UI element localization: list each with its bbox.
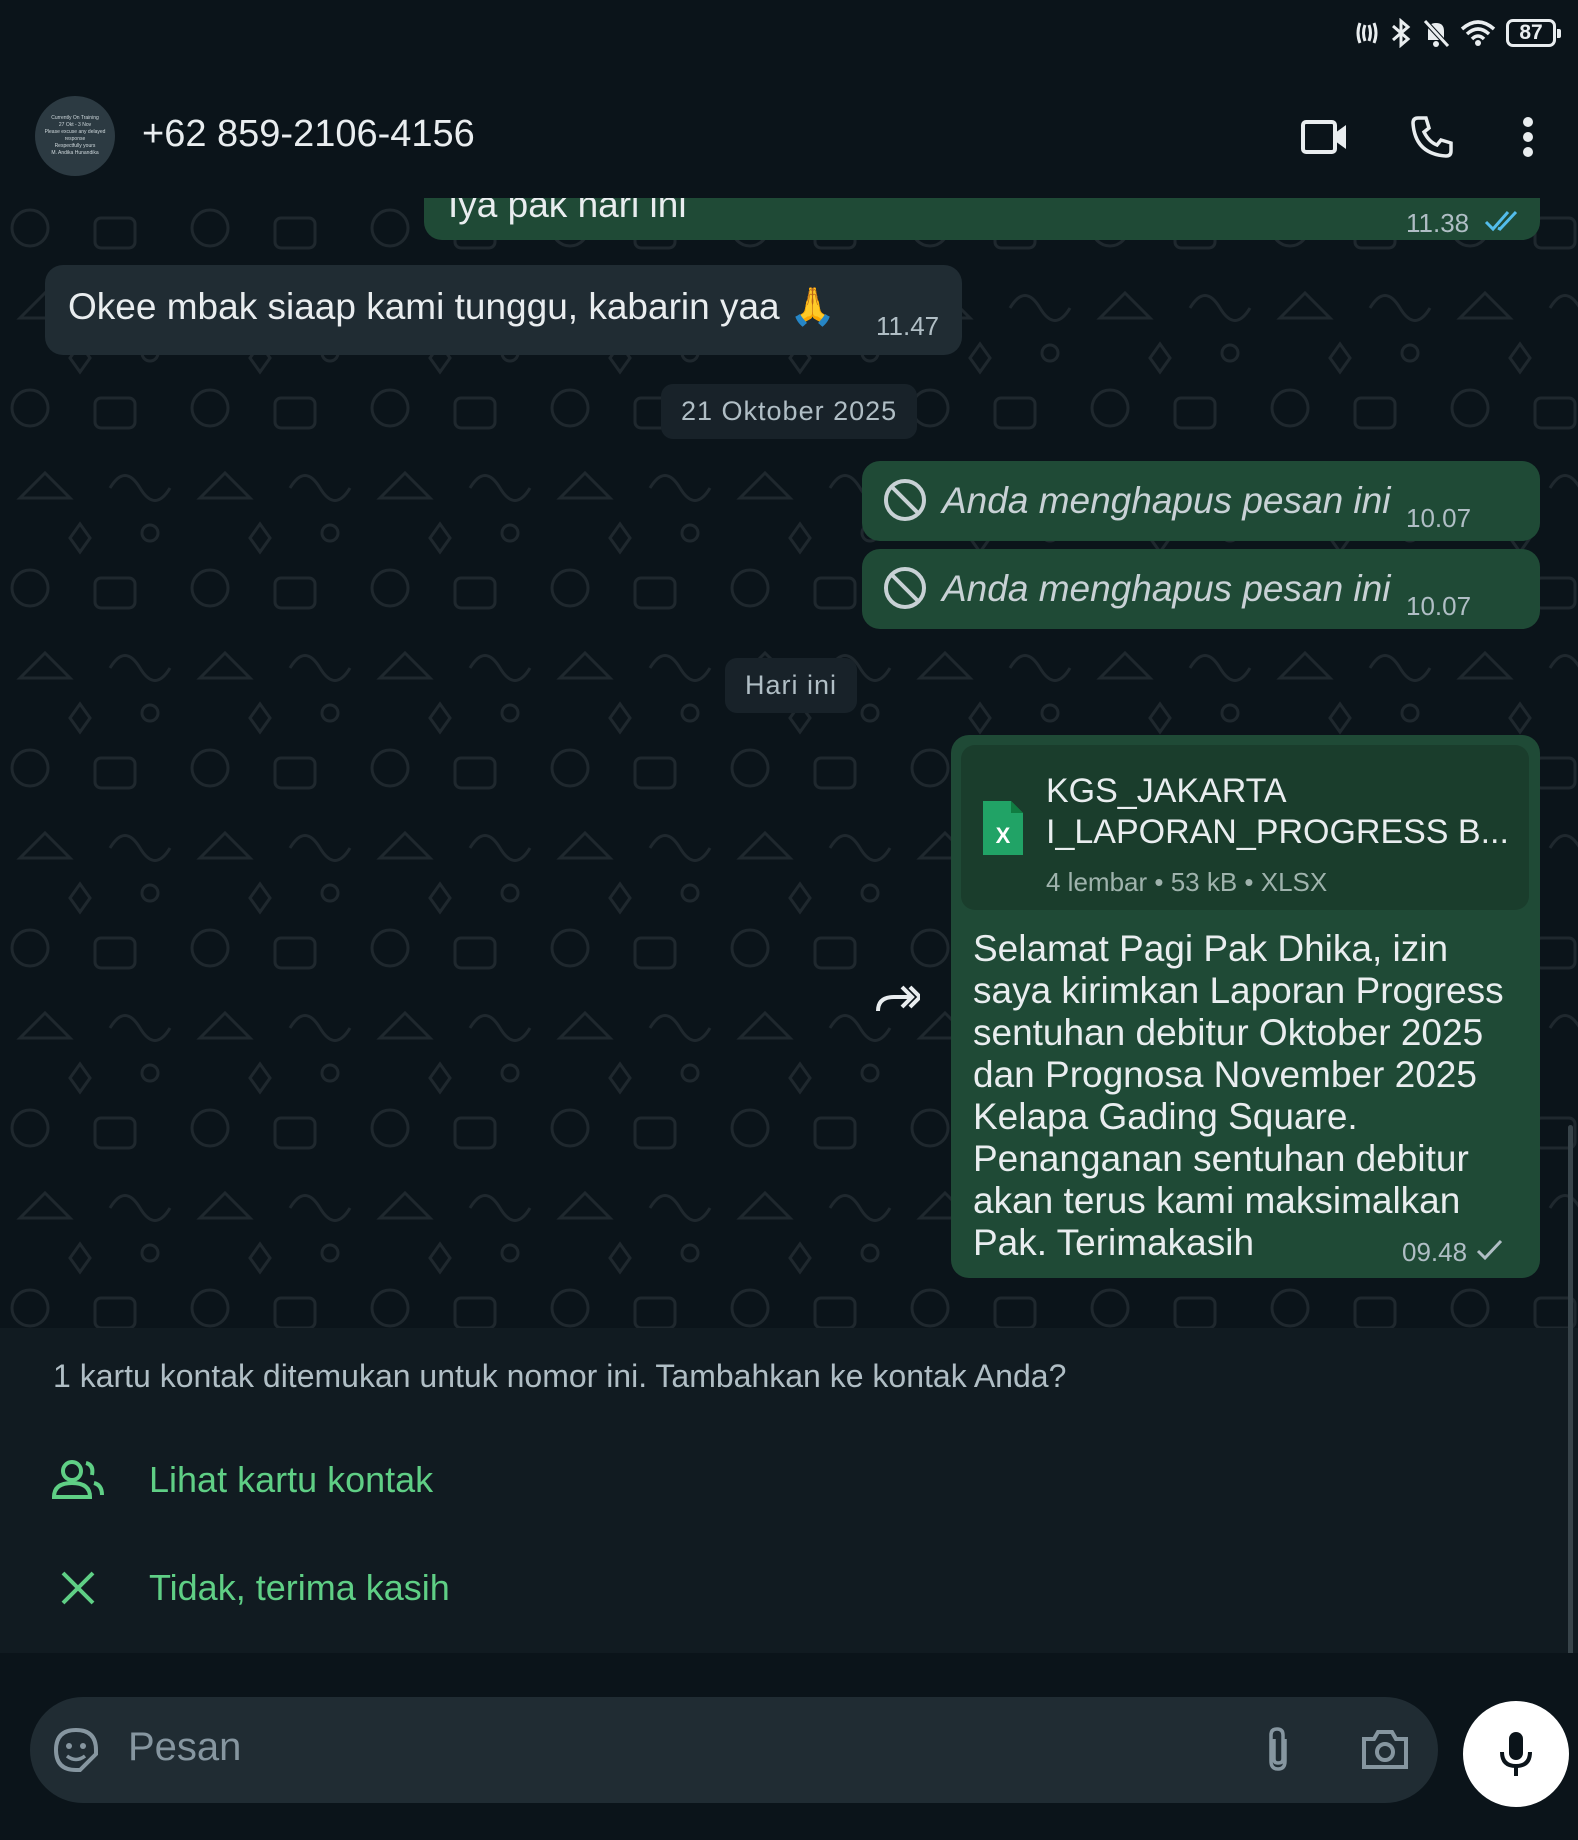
file-name-line: I_LAPORAN_PROGRESS B... [1046, 813, 1509, 851]
sticker-icon [53, 1727, 98, 1772]
outgoing-message[interactable]: Iya pak hari ini 11.38 [424, 198, 1540, 240]
message-text: Anda menghapus pesan ini [942, 568, 1391, 609]
message-time: 10.07 [1406, 591, 1472, 621]
avatar-line: 27 Okt - 3 Nov [58, 122, 92, 128]
battery-indicator: 87 [1506, 19, 1561, 47]
file-meta: 4 lembar • 53 kB • XLSX [1046, 867, 1328, 897]
kebab-menu-icon [1523, 117, 1533, 157]
double-check-read-icon [1484, 210, 1518, 232]
avatar[interactable]: Currently On Training 27 Okt - 3 Nov Ple… [35, 96, 115, 176]
video-call-button[interactable] [1297, 109, 1353, 165]
excel-file-icon: X [983, 801, 1023, 855]
dismiss-button[interactable]: Tidak, terima kasih [50, 1558, 450, 1618]
battery-level: 87 [1519, 21, 1543, 44]
message-text: Iya pak hari ini [448, 198, 687, 225]
message-text: Okee mbak siaap kami tunggu, kabarin yaa… [68, 286, 836, 327]
status-bar: 87 [0, 0, 1578, 75]
avatar-line: Currently On Training [51, 115, 99, 121]
camera-icon [1362, 1730, 1408, 1769]
avatar-line: response [64, 136, 86, 142]
voice-record-button[interactable] [1463, 1701, 1569, 1807]
deleted-message-icon [884, 479, 926, 521]
forward-button[interactable] [870, 973, 922, 1025]
phone-icon [1411, 116, 1453, 158]
people-icon [51, 1460, 104, 1499]
deleted-message[interactable]: Anda menghapus pesan ini 10.07 [862, 461, 1540, 541]
single-check-icon [1476, 1239, 1503, 1261]
deleted-message-icon [884, 567, 926, 609]
message-text: Anda menghapus pesan ini [942, 480, 1391, 521]
camera-button[interactable] [1360, 1727, 1410, 1778]
incoming-message[interactable]: Okee mbak siaap kami tunggu, kabarin yaa… [45, 265, 962, 355]
forward-icon [876, 985, 920, 1012]
close-icon [61, 1571, 95, 1605]
message-text: Selamat Pagi Pak Dhika, izin saya kirimk… [973, 928, 1504, 1263]
microphone-icon [1500, 1732, 1532, 1776]
message-time: 10.07 [1406, 503, 1472, 533]
more-options-button[interactable] [1500, 109, 1556, 165]
sticker-button[interactable] [52, 1726, 100, 1779]
nfc-icon [1356, 22, 1378, 44]
voice-call-button[interactable] [1404, 109, 1460, 165]
view-contact-card-button[interactable]: Lihat kartu kontak [50, 1450, 433, 1510]
avatar-line: Please excuse any delayed [44, 129, 106, 135]
message-input[interactable]: Pesan [128, 1725, 241, 1770]
view-contact-card-label: Lihat kartu kontak [149, 1459, 434, 1500]
message-input-bar[interactable]: Pesan [30, 1697, 1438, 1803]
dismiss-label: Tidak, terima kasih [149, 1567, 450, 1608]
date-separator: 21 Oktober 2025 [661, 384, 918, 439]
date-separator: Hari ini [725, 658, 858, 713]
svg-text:X: X [996, 823, 1011, 848]
outgoing-file-message[interactable]: X KGS_JAKARTA I_LAPORAN_PROGRESS B... 4 … [951, 735, 1540, 1278]
scrollbar[interactable] [1568, 1125, 1573, 1685]
avatar-line: Respectfully yours [54, 143, 96, 149]
attach-button[interactable] [1261, 1725, 1295, 1780]
mute-bell-icon [1423, 19, 1450, 48]
avatar-line: M. Andika Hunandika [51, 150, 99, 156]
contact-card-banner: 1 kartu kontak ditemukan untuk nomor ini… [0, 1328, 1578, 1653]
banner-message: 1 kartu kontak ditemukan untuk nomor ini… [53, 1358, 1067, 1394]
bluetooth-icon [1392, 18, 1411, 48]
avatar-text: Currently On Training 27 Okt - 3 Nov Ple… [45, 115, 106, 157]
message-time: 11.38 [1406, 208, 1470, 238]
paperclip-icon [1269, 1727, 1287, 1771]
file-name: KGS_JAKARTA I_LAPORAN_PROGRESS B... [1046, 771, 1509, 853]
chat-header: Currently On Training 27 Okt - 3 Nov Ple… [0, 75, 1578, 198]
contact-name[interactable]: +62 859-2106-4156 [142, 113, 475, 156]
deleted-message[interactable]: Anda menghapus pesan ini 10.07 [862, 549, 1540, 629]
file-name-line: KGS_JAKARTA [1046, 772, 1287, 810]
chat-area[interactable]: Iya pak hari ini 11.38 Okee mbak siaap k… [0, 198, 1578, 1328]
composer-area: Pesan [0, 1653, 1578, 1840]
file-attachment[interactable]: X KGS_JAKARTA I_LAPORAN_PROGRESS B... 4 … [961, 745, 1529, 910]
message-time: 09.48 [1402, 1237, 1468, 1267]
message-time: 11.47 [876, 311, 940, 341]
status-icons: 87 [1354, 18, 1561, 48]
video-camera-icon [1301, 120, 1346, 154]
wifi-icon [1460, 20, 1496, 46]
